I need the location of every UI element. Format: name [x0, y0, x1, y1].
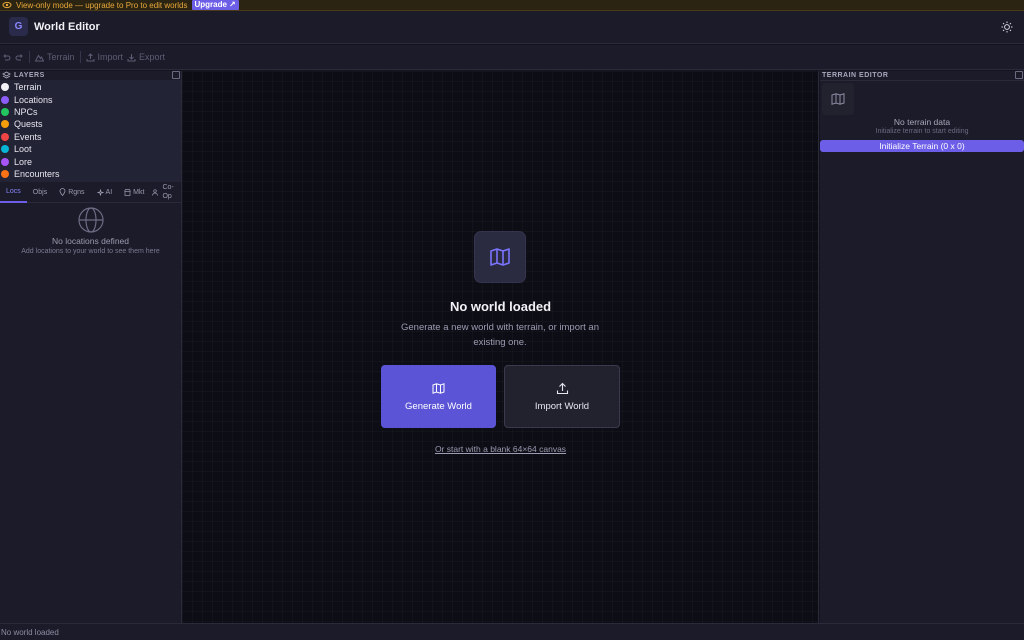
layer-label: NPCs [14, 106, 38, 117]
external-link-icon: ↗ [228, 0, 236, 9]
tab-ai-label: AI [105, 188, 113, 196]
toolbar-divider [79, 51, 81, 63]
tab-rgns-label: Rgns [68, 188, 85, 196]
map-pin-icon [59, 188, 66, 197]
status-bar: No world loaded [0, 623, 1024, 640]
app-logo: G [9, 17, 28, 36]
layer-item-locations[interactable]: Locations [0, 93, 181, 105]
blank-canvas-link[interactable]: Or start with a blank 64×64 canvas [182, 444, 819, 454]
globe-icon [77, 207, 104, 233]
import-label: Import [97, 52, 124, 62]
upload-icon [86, 52, 95, 62]
terrain-editor-panel: TERRAIN EDITOR No terrain data Initializ… [820, 71, 1024, 623]
upgrade-button[interactable]: Upgrade ↗ [191, 0, 239, 10]
layer-item-terrain[interactable]: Terrain [0, 81, 181, 93]
import-world-button[interactable]: Import World [504, 365, 620, 428]
tab-coop[interactable]: Co-Op [150, 182, 180, 203]
layer-item-encounters[interactable]: Encounters [0, 168, 181, 180]
tab-ai[interactable]: AI [91, 182, 119, 203]
tab-objs[interactable]: Objs [27, 182, 53, 203]
layer-color-dot [1, 83, 9, 92]
world-canvas[interactable]: No world loaded Generate a new world wit… [182, 71, 819, 623]
mountain-icon [35, 53, 44, 62]
map-icon [432, 382, 445, 394]
theme-toggle-button[interactable] [1000, 20, 1014, 34]
layer-color-dot [1, 132, 9, 141]
initialize-terrain-label: Initialize Terrain (0 x 0) [879, 141, 965, 151]
layer-item-npcs[interactable]: NPCs [0, 106, 181, 118]
tab-rgns[interactable]: Rgns [53, 182, 90, 203]
layer-color-dot [1, 95, 9, 104]
layer-item-loot[interactable]: Loot [0, 143, 181, 155]
tab-objs-label: Objs [32, 188, 48, 196]
layer-color-dot [1, 145, 9, 154]
terrain-empty-title: No terrain data [893, 117, 951, 127]
download-icon [127, 53, 136, 62]
terrain-empty-subtitle: Initialize terrain to start editing [875, 128, 969, 135]
eye-icon [2, 0, 12, 10]
map-icon [474, 231, 526, 283]
status-text: No world loaded [1, 627, 59, 637]
sun-icon [1001, 21, 1013, 33]
empty-world-subtitle: Generate a new world with terrain, or im… [400, 322, 599, 348]
toolbar: Terrain Import Export [0, 45, 1024, 70]
layer-label: Terrain [14, 82, 42, 93]
locations-empty-state: No locations defined Add locations to yo… [0, 203, 181, 255]
tab-mkt[interactable]: Mkt [118, 182, 150, 203]
collapse-panel-icon[interactable] [1015, 71, 1023, 79]
layer-label: Lore [14, 156, 33, 167]
export-label: Export [139, 52, 166, 62]
tab-locs[interactable]: Locs [0, 182, 27, 203]
layer-label: Encounters [14, 168, 60, 179]
layers-title: LAYERS [14, 72, 45, 79]
layer-label: Loot [14, 144, 32, 155]
users-icon [152, 188, 159, 196]
terrain-tool-label: Terrain [47, 52, 75, 62]
generate-world-button[interactable]: Generate World [381, 365, 496, 428]
sidebar-tabs: Locs Objs Rgns AI Mkt Co-Op [0, 182, 181, 204]
layer-label: Quests [14, 119, 43, 130]
banner-text: View-only mode — upgrade to Pro to edit … [16, 0, 188, 10]
export-button[interactable]: Export [127, 52, 165, 62]
terrain-tool-button[interactable]: Terrain [35, 52, 75, 62]
layer-color-dot [1, 107, 9, 116]
upgrade-label: Upgrade [194, 0, 227, 9]
generate-world-label: Generate World [405, 400, 472, 412]
terrain-editor-title: TERRAIN EDITOR [822, 72, 889, 79]
layer-label: Events [14, 131, 42, 142]
left-sidebar: LAYERS Terrain Locations NPCs Quests Events L… [0, 71, 182, 623]
layer-color-dot [1, 169, 9, 178]
sparkles-icon [96, 189, 104, 196]
tab-coop-label: Co-Op [162, 184, 174, 201]
map-icon [822, 83, 854, 115]
layer-item-events[interactable]: Events [0, 131, 181, 143]
store-icon [124, 188, 131, 196]
layer-list: Terrain Locations NPCs Quests Events Loot Lore… [0, 80, 181, 183]
layer-color-dot [1, 120, 9, 129]
upload-icon [556, 382, 568, 394]
tab-locs-label: Locs [6, 187, 21, 195]
undo-icon[interactable] [2, 53, 11, 62]
layer-label: Locations [14, 94, 53, 105]
layer-item-lore[interactable]: Lore [0, 155, 181, 167]
terrain-editor-header: TERRAIN EDITOR [820, 71, 1024, 80]
import-world-label: Import World [534, 400, 590, 412]
redo-icon[interactable] [15, 53, 24, 62]
layers-header: LAYERS [0, 71, 181, 80]
layer-color-dot [1, 157, 9, 166]
collapse-panel-icon[interactable] [172, 71, 180, 79]
terrain-editor-divider [820, 80, 1024, 81]
tab-mkt-label: Mkt [133, 188, 145, 196]
empty-world-title: No world loaded [449, 299, 552, 314]
layers-icon [2, 71, 11, 79]
app-header: G World Editor [0, 11, 1024, 44]
import-button[interactable]: Import [86, 52, 124, 62]
locations-empty-subtitle: Add locations to your world to see them … [21, 248, 160, 256]
app-title: World Editor [34, 21, 100, 33]
locations-empty-title: No locations defined [51, 236, 130, 247]
initialize-terrain-button[interactable]: Initialize Terrain (0 x 0) [820, 140, 1024, 152]
view-only-banner: View-only mode — upgrade to Pro to edit … [0, 0, 1024, 11]
toolbar-divider [29, 51, 30, 63]
layer-item-quests[interactable]: Quests [0, 118, 181, 130]
